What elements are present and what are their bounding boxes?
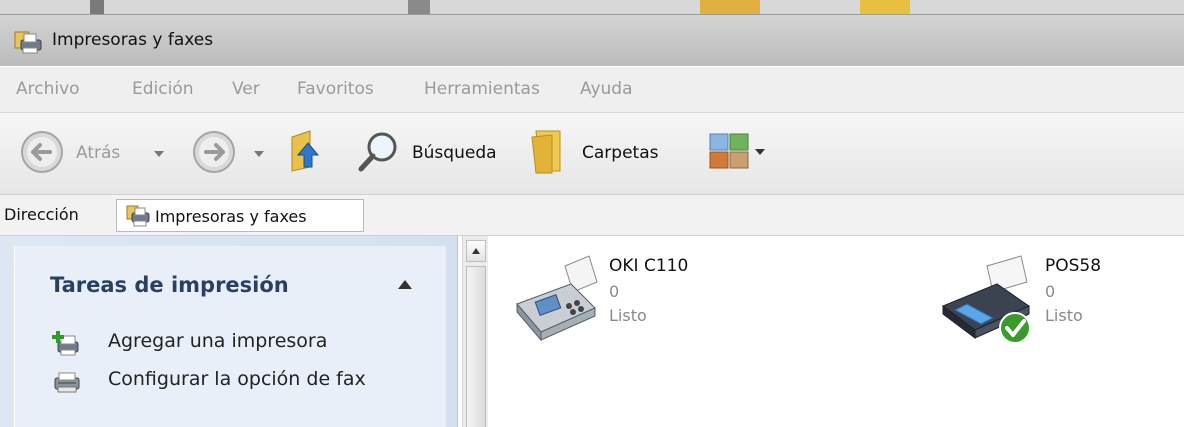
- desktop-fragment: [408, 0, 430, 14]
- back-button[interactable]: Atrás: [20, 130, 170, 174]
- task-setup-fax-label: Configurar la opción de fax: [108, 368, 366, 390]
- task-pane: Tareas de impresión Agregar una impresor…: [0, 236, 458, 427]
- forward-arrow-icon: [192, 130, 236, 178]
- vertical-scrollbar[interactable]: [462, 236, 488, 427]
- address-bar: Dirección Impresoras y faxes: [0, 194, 1184, 236]
- forward-dropdown-icon: [254, 151, 264, 157]
- window-title: Impresoras y faxes: [52, 30, 214, 50]
- back-arrow-icon: [20, 130, 64, 178]
- print-tasks-title[interactable]: Tareas de impresión: [50, 273, 289, 297]
- printer-status: Listo: [1045, 306, 1083, 325]
- printer-list: OKI C110 0 Listo POS58 0 Listo: [489, 236, 1184, 427]
- desktop-fragment: [700, 0, 760, 14]
- menu-ayuda[interactable]: Ayuda: [580, 79, 633, 99]
- printer-icon: [937, 252, 1037, 352]
- window-titlebar[interactable]: Impresoras y faxes: [0, 14, 1184, 66]
- address-value: Impresoras y faxes: [155, 207, 307, 226]
- scroll-up-button[interactable]: [466, 240, 486, 262]
- search-label: Búsqueda: [412, 143, 497, 163]
- fax-machine-icon: [507, 252, 603, 348]
- back-label: Atrás: [76, 143, 121, 163]
- views-dropdown-icon: [755, 149, 765, 155]
- printer-status: Listo: [609, 306, 647, 325]
- add-printer-icon: [52, 330, 82, 362]
- printer-name: OKI C110: [609, 256, 689, 276]
- views-button[interactable]: [708, 132, 768, 172]
- printers-faxes-icon: [11, 28, 45, 60]
- menu-herramientas[interactable]: Herramientas: [424, 79, 540, 99]
- search-icon: [356, 129, 400, 179]
- folders-button[interactable]: Carpetas: [530, 125, 690, 175]
- desktop-fragment: [860, 0, 910, 14]
- task-add-printer-label: Agregar una impresora: [108, 330, 328, 352]
- desktop-background: [0, 0, 1184, 14]
- collapse-up-icon[interactable]: [398, 280, 412, 289]
- menu-ver[interactable]: Ver: [232, 79, 260, 99]
- toolbar: Atrás Búsqueda Carpetas: [0, 112, 1184, 194]
- menu-archivo[interactable]: Archivo: [16, 79, 80, 99]
- views-icon: [708, 132, 750, 176]
- scrollbar-thumb[interactable]: [466, 266, 486, 427]
- scroll-up-arrow-icon: [472, 248, 480, 254]
- folder-icon: [530, 125, 568, 179]
- printer-document-count: 0: [609, 282, 620, 301]
- printer-name: POS58: [1045, 256, 1102, 276]
- address-label: Dirección: [4, 205, 79, 224]
- back-dropdown-icon: [154, 151, 164, 157]
- folders-label: Carpetas: [582, 143, 659, 163]
- search-button[interactable]: Búsqueda: [356, 129, 516, 175]
- desktop-fragment: [90, 0, 104, 14]
- address-field[interactable]: Impresoras y faxes: [116, 199, 364, 232]
- menu-edicion[interactable]: Edición: [132, 79, 194, 99]
- up-folder-icon[interactable]: [288, 127, 322, 177]
- printer-item-oki-c110[interactable]: OKI C110 0 Listo: [507, 252, 767, 352]
- printer-document-count: 0: [1045, 282, 1056, 301]
- printer-item-pos58[interactable]: POS58 0 Listo: [937, 252, 1167, 352]
- menu-favoritos[interactable]: Favoritos: [297, 79, 374, 99]
- fax-printer-icon: [52, 368, 82, 400]
- printers-faxes-icon: [125, 204, 151, 232]
- menu-bar: Archivo Edición Ver Favoritos Herramient…: [0, 66, 1184, 112]
- forward-button[interactable]: [192, 130, 274, 174]
